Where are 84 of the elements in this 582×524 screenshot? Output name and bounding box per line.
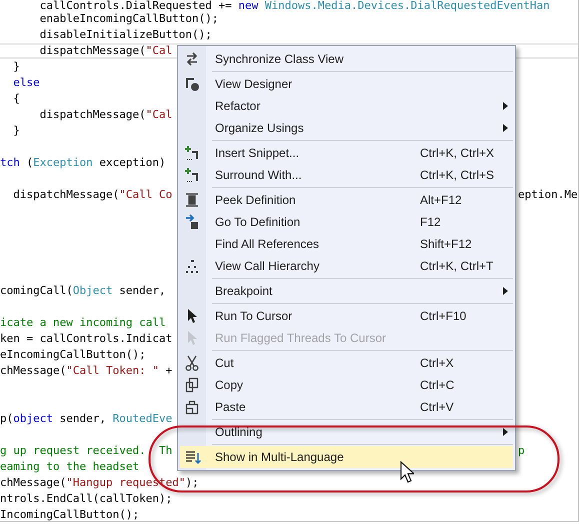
menu-item[interactable]: Organize Usings (178, 117, 513, 139)
menu-item[interactable]: Copy Ctrl+C (178, 374, 513, 396)
menu-item[interactable]: Paste Ctrl+V (178, 396, 513, 418)
shortcut-label: Ctrl+K, Ctrl+T (420, 259, 494, 273)
menu-item[interactable]: Cut Ctrl+X (178, 352, 513, 374)
scissors-icon (184, 355, 200, 371)
designer-icon (184, 76, 200, 92)
shortcut-label: Ctrl+V (420, 400, 455, 414)
code-line: enableIncomingCallButton(); (38, 12, 219, 25)
menu-item-label: Paste (215, 400, 247, 414)
menu-item[interactable]: Synchronize Class View (178, 48, 513, 70)
code-line: ntrols.EndCall(callToken); (0, 492, 172, 505)
menu-item[interactable]: Find All References Shift+F12 (178, 233, 513, 255)
go-to-definition-icon (184, 214, 200, 230)
menu-item[interactable]: Surround With... Ctrl+K, Ctrl+S (178, 164, 513, 186)
menu-item-label: Organize Usings (215, 121, 305, 135)
code-line: callControls.DialRequested += new Windows.Media.Devices.DialRequestedEventHan (38, 0, 550, 12)
code-line: icate a new incoming call (0, 316, 166, 329)
shortcut-label: F12 (420, 215, 442, 229)
mouse-pointer-icon (400, 461, 414, 483)
menu-item-label: Outlining (215, 425, 264, 439)
menu-item-label: Find All References (215, 237, 320, 251)
menu-item[interactable]: Run To Cursor Ctrl+F10 (178, 305, 513, 327)
menu-item-label: View Designer (215, 77, 294, 91)
menu-item[interactable]: Go To Definition F12 (178, 211, 513, 233)
submenu-arrow-icon (503, 124, 508, 132)
code-line: } (12, 60, 20, 73)
menu-item[interactable]: View Call Hierarchy Ctrl+K, Ctrl+T (178, 255, 513, 277)
copy-icon (184, 377, 200, 393)
code-line: chMessage("Call Token: " + (0, 364, 172, 377)
menu-item-label: Insert Snippet... (215, 146, 300, 160)
code-line: eaming to the headset (0, 460, 140, 473)
call-hierarchy-icon (184, 258, 200, 274)
code-line: dispatchMessage("Cal (38, 44, 172, 57)
swap-arrows-icon (184, 51, 200, 67)
menu-item[interactable]: Insert Snippet... Ctrl+K, Ctrl+X (178, 142, 513, 164)
submenu-arrow-icon (503, 102, 508, 110)
code-line: g up request received. Th (0, 444, 172, 457)
menu-item[interactable]: Show in Multi-Language (180, 446, 513, 468)
code-line: else (12, 76, 40, 89)
menu-item-label: Peek Definition (215, 193, 297, 207)
menu-item-label: Refactor (215, 99, 262, 113)
menu-item-label: Show in Multi-Language (215, 450, 345, 464)
code-line: comingCall(Object sender, (0, 284, 166, 297)
shortcut-label: Alt+F12 (420, 193, 463, 207)
menu-item-label: Copy (215, 378, 244, 392)
code-line: p(object sender, RoutedEve (0, 412, 172, 425)
menu-item-label: Run Flagged Threads To Cursor (215, 331, 387, 345)
shortcut-label: Ctrl+C (420, 378, 456, 392)
code-line: { (12, 92, 20, 105)
shortcut-label: Ctrl+K, Ctrl+X (420, 146, 496, 160)
menu-item-label: Synchronize Class View (215, 52, 345, 66)
submenu-arrow-icon (503, 428, 508, 436)
surround-icon (184, 167, 200, 183)
code-line: } (12, 124, 20, 137)
code-line: eIncomingCallButton(); (0, 348, 146, 361)
menu-item-label: Surround With... (215, 168, 303, 182)
multi-language-icon (185, 449, 201, 465)
menu-item-label: Go To Definition (215, 215, 302, 229)
submenu-arrow-icon (503, 287, 508, 295)
shortcut-label: Ctrl+F10 (420, 309, 468, 323)
menu-item[interactable]: Outlining (178, 421, 513, 443)
code-line: eption.Me (518, 187, 578, 203)
menu-item-label: Breakpoint (215, 284, 274, 298)
insert-snippet-icon (184, 145, 200, 161)
menu-item[interactable]: View Designer (178, 73, 513, 95)
menu-item-label: Cut (215, 356, 235, 370)
menu-item-label: Run To Cursor (215, 309, 294, 323)
paste-icon (184, 399, 200, 415)
menu-item[interactable]: Peek Definition Alt+F12 (178, 189, 513, 211)
code-line: dispatchMessage("Cal (38, 108, 172, 121)
shortcut-label: Ctrl+X (420, 356, 455, 370)
code-line: dispatchMessage("Call Co (12, 188, 172, 201)
menu-item-label: View Call Hierarchy (215, 259, 320, 273)
code-line: p (518, 443, 525, 459)
menu-item[interactable]: Refactor (178, 95, 513, 117)
shortcut-label: Shift+F12 (420, 237, 473, 251)
peek-definition-icon (184, 192, 200, 208)
code-line: ken = callControls.Indicat (0, 332, 172, 345)
code-line: disableInitializeButton(); (38, 28, 212, 41)
shortcut-label: Ctrl+K, Ctrl+S (420, 168, 496, 182)
code-line: IncomingCallButton(); (0, 508, 140, 521)
code-line: tch (Exception exception) (0, 156, 166, 169)
menu-item[interactable]: Breakpoint (178, 280, 513, 302)
